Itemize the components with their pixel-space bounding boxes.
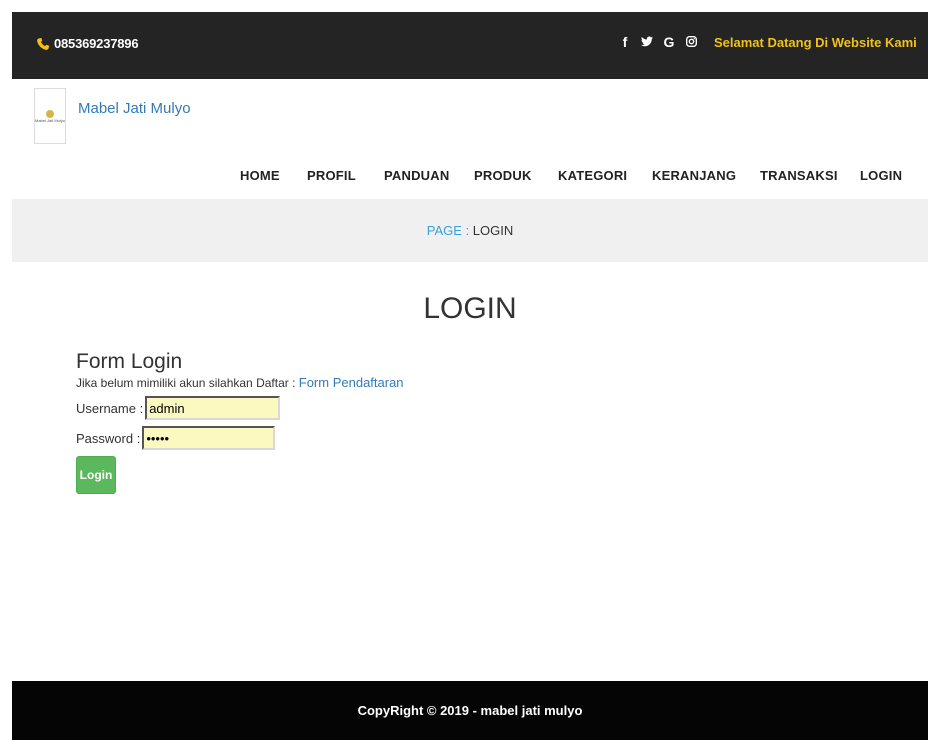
google-icon[interactable]: G xyxy=(660,34,678,50)
top-bar: 085369237896 f G Selamat Datang Di Websi… xyxy=(12,12,928,79)
breadcrumb-current: LOGIN xyxy=(472,223,514,238)
main-nav: HOME PROFIL PANDUAN PRODUK KATEGORI KERA… xyxy=(12,168,928,192)
phone-icon xyxy=(37,37,50,50)
breadcrumb-prefix: PAGE : xyxy=(426,223,470,238)
welcome-text: Selamat Datang Di Website Kami xyxy=(714,34,917,50)
form-title: Form Login xyxy=(76,350,183,373)
register-link[interactable]: Form Pendaftaran xyxy=(299,375,404,390)
nav-item-transaksi[interactable]: TRANSAKSI xyxy=(760,168,838,183)
twitter-icon[interactable] xyxy=(638,34,656,50)
register-prompt: Jika belum mimiliki akun silahkan Daftar… xyxy=(76,376,296,390)
username-row: Username : xyxy=(76,396,404,420)
brand-name[interactable]: Mabel Jati Mulyo xyxy=(78,100,191,117)
nav-item-produk[interactable]: PRODUK xyxy=(474,168,532,183)
nav-item-panduan[interactable]: PANDUAN xyxy=(384,168,449,183)
logo-text: Mabel Jati Mulyo xyxy=(35,117,66,123)
login-button[interactable]: Login xyxy=(76,456,116,494)
nav-item-keranjang[interactable]: KERANJANG xyxy=(652,168,736,183)
password-input[interactable] xyxy=(142,426,276,450)
social-links: f G Selamat Datang Di Website Kami xyxy=(616,34,917,50)
login-form: Form Login Jika belum mimiliki akun sila… xyxy=(76,350,404,494)
password-label: Password : xyxy=(76,430,141,446)
username-label: Username : xyxy=(76,400,144,416)
nav-item-login[interactable]: LOGIN xyxy=(860,168,902,183)
form-description: Jika belum mimiliki akun silahkan Daftar… xyxy=(76,375,404,390)
page: 085369237896 f G Selamat Datang Di Websi… xyxy=(12,12,928,740)
instagram-icon[interactable] xyxy=(682,34,700,50)
facebook-icon[interactable]: f xyxy=(616,34,634,50)
site-logo[interactable]: Mabel Jati Mulyo xyxy=(34,88,66,144)
copyright-text: CopyRight © 2019 - mabel jati mulyo xyxy=(357,703,583,718)
footer: CopyRight © 2019 - mabel jati mulyo xyxy=(12,681,928,740)
username-input[interactable] xyxy=(145,396,281,420)
phone-number: 085369237896 xyxy=(54,36,139,51)
phone-contact: 085369237896 xyxy=(36,36,139,51)
page-breadcrumb: PAGE : LOGIN xyxy=(12,199,928,262)
page-title: LOGIN xyxy=(423,292,517,325)
password-row: Password : xyxy=(76,426,404,450)
nav-item-kategori[interactable]: KATEGORI xyxy=(558,168,627,183)
brand[interactable]: Mabel Jati Mulyo Mabel Jati Mulyo xyxy=(34,88,191,144)
logo-emblem-icon xyxy=(46,109,54,118)
nav-item-profil[interactable]: PROFIL xyxy=(307,168,356,183)
nav-item-home[interactable]: HOME xyxy=(240,168,280,183)
